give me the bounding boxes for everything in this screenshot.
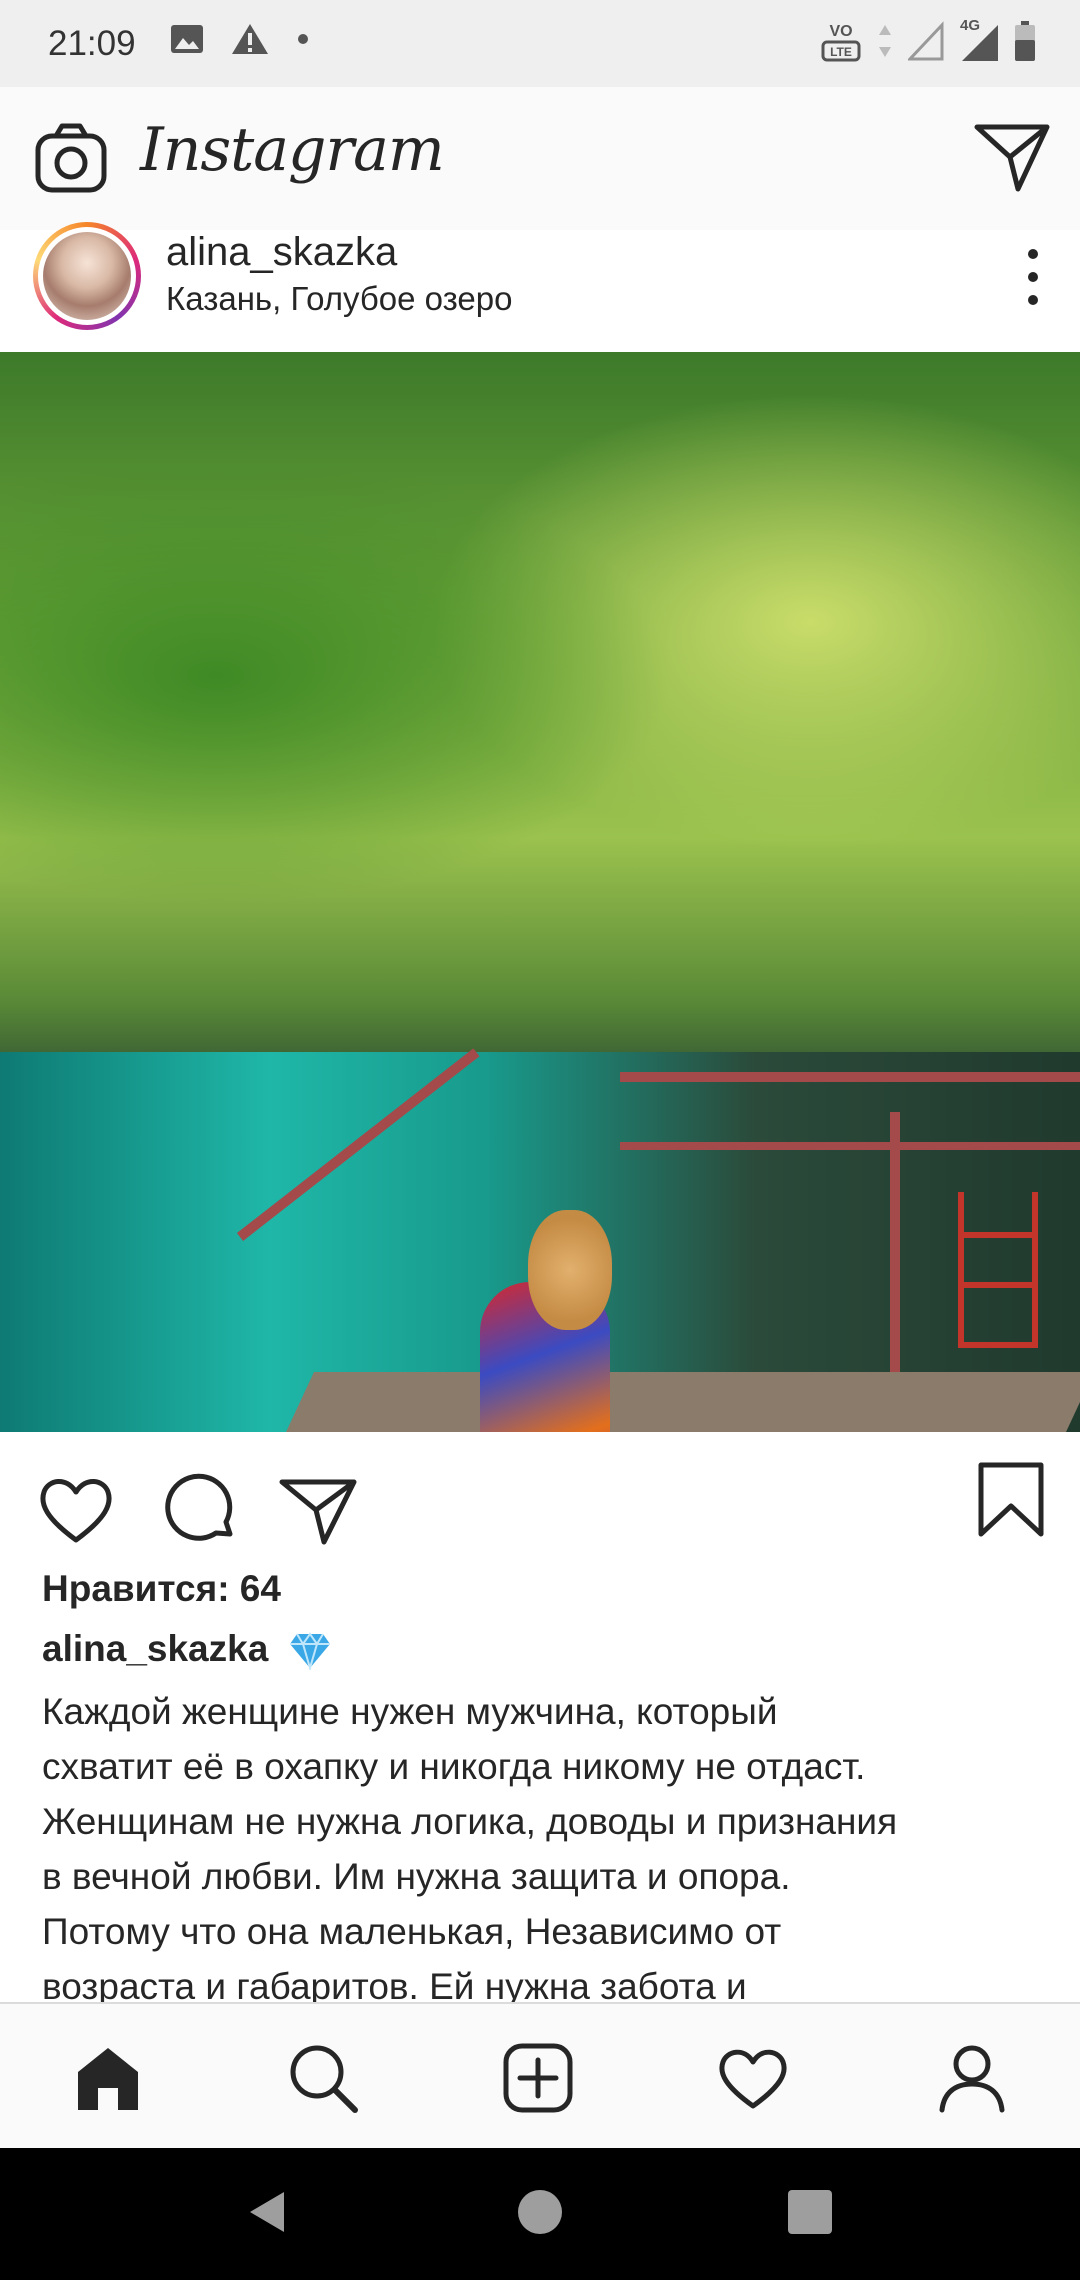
svg-text:VO: VO (829, 23, 852, 40)
profile-icon[interactable] (936, 2042, 1008, 2114)
svg-text:LTE: LTE (830, 45, 852, 59)
volte-icon: VO LTE (821, 23, 861, 62)
direct-message-icon[interactable] (974, 123, 1050, 193)
more-options-icon[interactable] (1018, 246, 1048, 308)
avatar-image (43, 232, 131, 320)
post-username[interactable]: alina_skazka (166, 230, 397, 275)
image-icon (171, 25, 203, 53)
camera-icon[interactable] (34, 122, 108, 196)
caption-text: Каждой женщине нужен мужчина, который сх… (42, 1691, 898, 2004)
gem-icon (289, 1632, 330, 1671)
warning-icon (232, 24, 268, 54)
wooden-deck (286, 1372, 1080, 1432)
system-navigation-bar (0, 2148, 1080, 2280)
search-icon[interactable] (287, 2042, 359, 2114)
railing (620, 1142, 1080, 1150)
likes-count[interactable]: Нравится: 64 (42, 1568, 281, 1610)
post-location[interactable]: Казань, Голубое озеро (166, 280, 512, 318)
avatar-border (38, 227, 136, 325)
post-actions (0, 1432, 1080, 1572)
back-button[interactable] (244, 2188, 292, 2236)
avatar[interactable] (33, 222, 141, 330)
bottom-nav (0, 2002, 1080, 2150)
top-nav: Instagram (0, 87, 1080, 232)
signal-4g-icon: 4G (958, 17, 1000, 63)
status-bar: 21:09 VO LTE 4G (0, 0, 1080, 87)
share-icon[interactable] (278, 1470, 358, 1550)
data-arrows-icon (879, 25, 891, 57)
post-photo[interactable] (0, 352, 1080, 1432)
caption-username-line: alina_skazka (42, 1628, 331, 1671)
instagram-logo: Instagram (140, 115, 445, 185)
woman-hair (528, 1210, 612, 1330)
battery-icon (1015, 21, 1035, 61)
dot-icon (298, 34, 308, 44)
activity-heart-icon[interactable] (717, 2042, 789, 2114)
status-left-icons (170, 22, 310, 56)
caption-username[interactable]: alina_skazka (42, 1628, 268, 1669)
status-right-icons: VO LTE 4G (820, 17, 1036, 64)
home-icon[interactable] (72, 2042, 144, 2114)
signal-empty-icon (908, 21, 944, 61)
status-time: 21:09 (48, 24, 136, 63)
like-icon[interactable] (36, 1470, 116, 1550)
post-header: alina_skazka Казань, Голубое озеро (0, 222, 1080, 352)
railing-post (890, 1112, 900, 1412)
red-ladder (958, 1192, 1038, 1348)
home-button[interactable] (516, 2188, 564, 2236)
railing (620, 1072, 1080, 1082)
comment-icon[interactable] (160, 1470, 240, 1550)
recents-button[interactable] (786, 2188, 834, 2236)
save-bookmark-icon[interactable] (976, 1462, 1046, 1538)
add-post-icon[interactable] (502, 2042, 574, 2114)
